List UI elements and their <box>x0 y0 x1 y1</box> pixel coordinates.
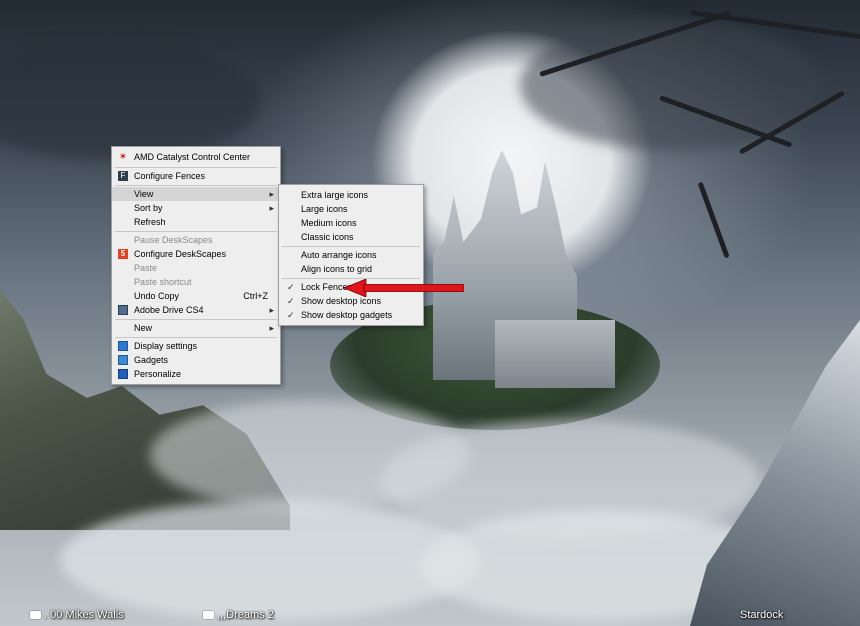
menu-item-pause-deskscapes[interactable]: Pause DeskScapes <box>112 233 280 247</box>
checkmark-icon: ✓ <box>287 282 295 292</box>
menu-separator <box>115 337 277 338</box>
menu-item-amd-catalyst[interactable]: ✶ AMD Catalyst Control Center <box>112 150 280 164</box>
fog-cloud <box>60 500 480 620</box>
submenu-item-large-icons[interactable]: Large icons <box>279 202 423 216</box>
menu-item-configure-fences[interactable]: F Configure Fences <box>112 169 280 183</box>
menu-item-personalize[interactable]: Personalize <box>112 367 280 381</box>
amd-icon: ✶ <box>119 152 127 161</box>
menu-separator <box>115 185 277 186</box>
menu-item-sort-by[interactable]: Sort by ▸ <box>112 201 280 215</box>
arrow-head <box>344 279 367 297</box>
menu-item-refresh[interactable]: Refresh <box>112 215 280 229</box>
folder-icon <box>203 611 214 620</box>
shortcut-label: Ctrl+Z <box>243 291 268 301</box>
menu-separator <box>115 319 277 320</box>
menu-item-new[interactable]: New ▸ <box>112 321 280 335</box>
fences-icon: F <box>118 171 128 181</box>
menu-item-adobe-drive[interactable]: Adobe Drive CS4 ▸ <box>112 303 280 317</box>
menu-item-paste[interactable]: Paste <box>112 261 280 275</box>
menu-separator <box>115 167 277 168</box>
submenu-item-medium-icons[interactable]: Medium icons <box>279 216 423 230</box>
dark-cloud <box>0 40 260 160</box>
checkmark-icon: ✓ <box>287 310 295 320</box>
adobe-drive-icon <box>118 305 128 315</box>
gadgets-icon <box>118 355 128 365</box>
checkmark-icon: ✓ <box>287 296 295 306</box>
menu-item-gadgets[interactable]: Gadgets <box>112 353 280 367</box>
arrow-shaft <box>363 284 464 292</box>
tree-branch <box>697 181 730 259</box>
submenu-item-show-desktop-gadgets[interactable]: ✓ Show desktop gadgets <box>279 308 423 322</box>
chevron-right-icon: ▸ <box>269 203 274 213</box>
view-submenu: Extra large icons Large icons Medium ico… <box>278 184 424 326</box>
castle-wall <box>495 320 615 388</box>
display-settings-icon <box>118 341 128 351</box>
desktop-folder-dreams[interactable]: ,,,Dreams 2 <box>203 609 274 621</box>
menu-item-configure-deskscapes[interactable]: 5 Configure DeskScapes <box>112 247 280 261</box>
menu-item-view[interactable]: View ▸ <box>112 187 280 201</box>
menu-item-undo-copy[interactable]: Undo Copy Ctrl+Z <box>112 289 280 303</box>
menu-separator <box>115 231 277 232</box>
chevron-right-icon: ▸ <box>269 323 274 333</box>
menu-separator <box>282 246 420 247</box>
chevron-right-icon: ▸ <box>269 305 274 315</box>
desktop-folder-mikes-walls[interactable]: . 00 Mikes Walls <box>30 609 124 621</box>
desktop-item-stardock[interactable]: Stardock <box>740 609 783 621</box>
red-annotation-arrow <box>344 279 464 297</box>
submenu-item-align-to-grid[interactable]: Align icons to grid <box>279 262 423 276</box>
submenu-item-auto-arrange[interactable]: Auto arrange icons <box>279 248 423 262</box>
desktop-context-menu: ✶ AMD Catalyst Control Center F Configur… <box>111 146 281 385</box>
chevron-right-icon: ▸ <box>269 189 274 199</box>
menu-item-paste-shortcut[interactable]: Paste shortcut <box>112 275 280 289</box>
submenu-item-classic-icons[interactable]: Classic icons <box>279 230 423 244</box>
submenu-item-extra-large-icons[interactable]: Extra large icons <box>279 188 423 202</box>
personalize-icon <box>118 369 128 379</box>
menu-item-display-settings[interactable]: Display settings <box>112 339 280 353</box>
folder-icon <box>30 611 41 620</box>
deskscapes-icon: 5 <box>118 249 128 259</box>
